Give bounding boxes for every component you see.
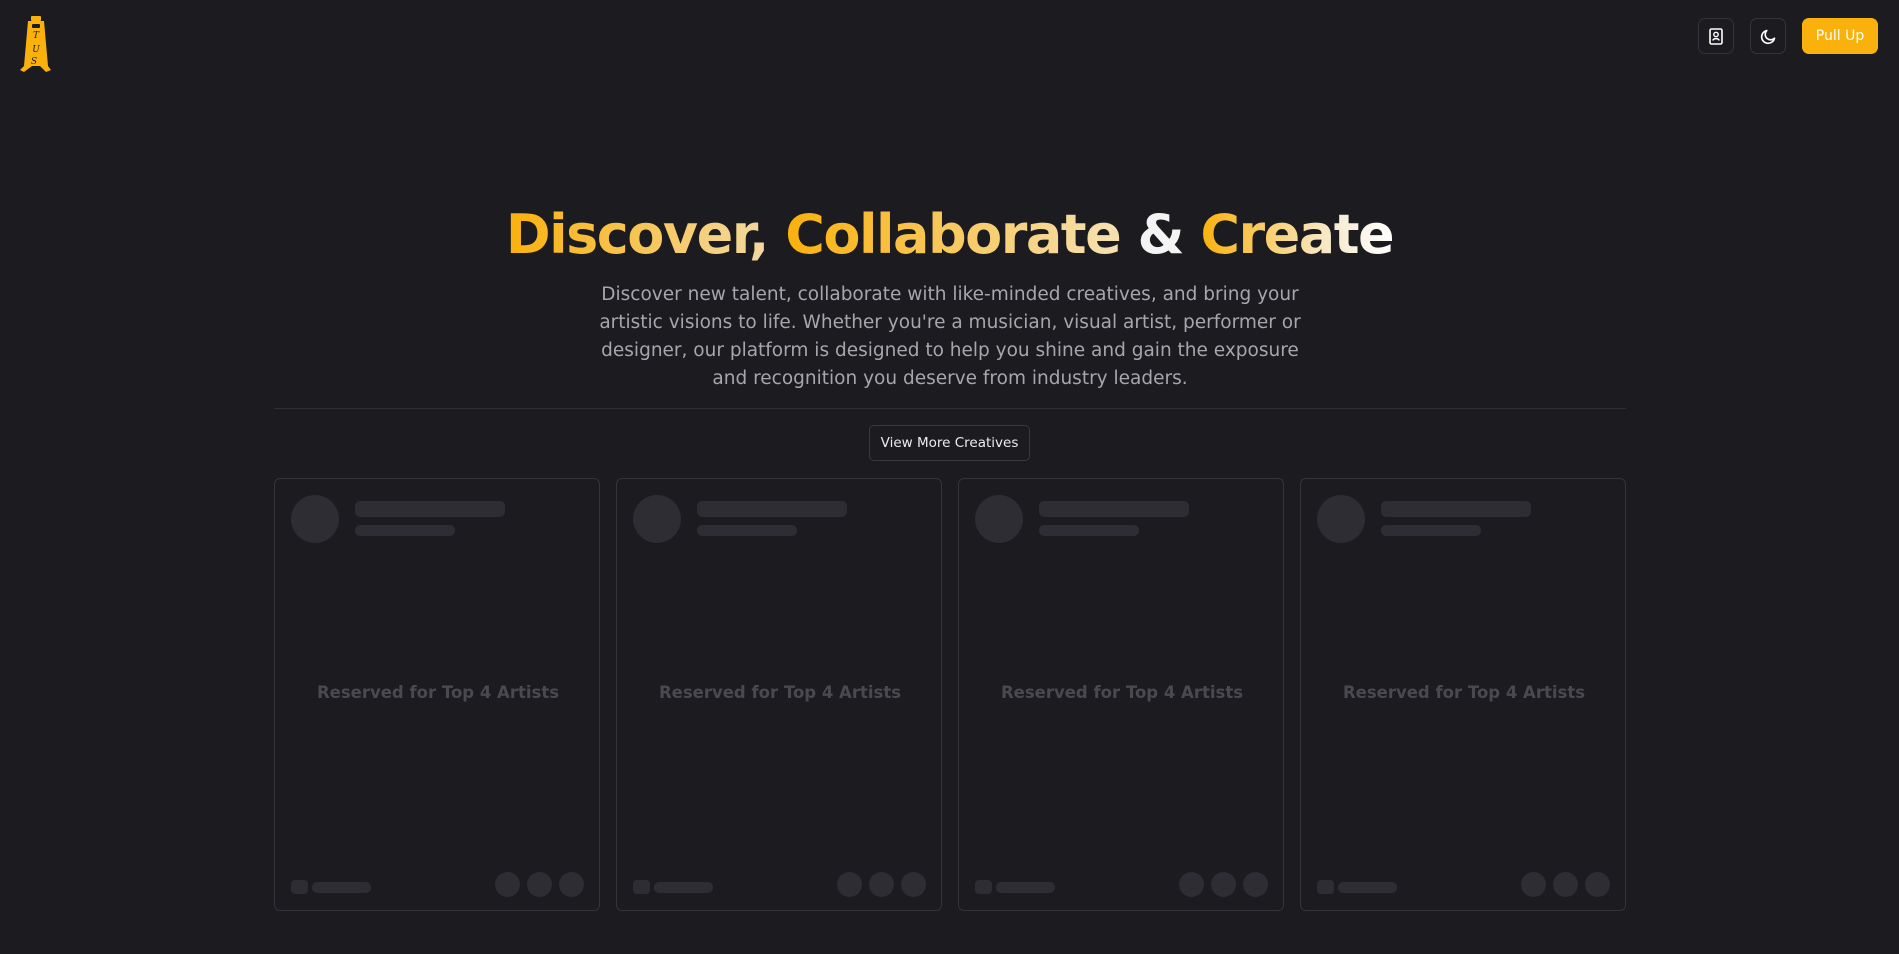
avatar-skeleton	[633, 495, 681, 543]
reserved-label: Reserved for Top 4 Artists	[658, 683, 902, 702]
reserved-label: Reserved for Top 4 Artists	[1000, 683, 1244, 702]
stat-skeleton	[654, 882, 713, 893]
view-more-creatives-button[interactable]: View More Creatives	[869, 425, 1030, 461]
contacts-button[interactable]	[1698, 18, 1734, 54]
stat-skeleton	[996, 882, 1055, 893]
stat-skeleton	[1338, 882, 1397, 893]
logo-letter-t: T	[33, 31, 40, 41]
social-icon-skeleton	[1211, 872, 1236, 897]
social-icon-skeleton	[1553, 872, 1578, 897]
social-icon-skeleton	[1521, 872, 1546, 897]
stat-icon-skeleton	[1317, 880, 1334, 894]
social-icon-skeleton	[901, 872, 926, 897]
top-bar: T U S Pull Up	[0, 0, 1899, 72]
stat-icon-skeleton	[975, 880, 992, 894]
avatar-skeleton	[291, 495, 339, 543]
theme-toggle-button[interactable]	[1750, 18, 1786, 54]
hero-title: Discover, Collaborate & Create	[0, 200, 1899, 270]
title-create: Create	[1200, 203, 1394, 266]
social-icon-skeleton	[559, 872, 584, 897]
title-ampersand: &	[1137, 203, 1185, 266]
subtitle-skeleton	[355, 525, 455, 536]
name-skeleton	[1039, 501, 1189, 517]
artist-card-placeholder[interactable]: Reserved for Top 4 Artists	[1300, 478, 1626, 911]
artist-card-placeholder[interactable]: Reserved for Top 4 Artists	[274, 478, 600, 911]
title-discover: Discover,	[505, 203, 770, 266]
artist-card-placeholder[interactable]: Reserved for Top 4 Artists	[616, 478, 942, 911]
pull-up-button[interactable]: Pull Up	[1802, 18, 1878, 54]
reserved-label: Reserved for Top 4 Artists	[1342, 683, 1586, 702]
stat-icon-skeleton	[291, 880, 308, 894]
subtitle-skeleton	[697, 525, 797, 536]
social-icon-skeleton	[837, 872, 862, 897]
hero-description: Discover new talent, collaborate with li…	[599, 284, 1301, 389]
social-icon-skeleton	[1243, 872, 1268, 897]
avatar-skeleton	[975, 495, 1023, 543]
stat-icon-skeleton	[633, 880, 650, 894]
title-collaborate: Collaborate	[785, 203, 1121, 266]
stat-skeleton	[312, 882, 371, 893]
social-icon-skeleton	[495, 872, 520, 897]
subtitle-skeleton	[1381, 525, 1481, 536]
subtitle-skeleton	[1039, 525, 1139, 536]
logo-icon[interactable]: T U S	[20, 16, 52, 72]
reserved-label: Reserved for Top 4 Artists	[316, 683, 560, 702]
name-skeleton	[697, 501, 847, 517]
moon-icon	[1760, 29, 1775, 44]
name-skeleton	[355, 501, 505, 517]
logo-letter-u: U	[32, 45, 40, 55]
divider	[274, 408, 1626, 409]
artist-card-placeholder[interactable]: Reserved for Top 4 Artists	[958, 478, 1284, 911]
social-icon-skeleton	[1585, 872, 1610, 897]
social-icon-skeleton	[527, 872, 552, 897]
logo-letter-s: S	[31, 57, 37, 67]
social-icon-skeleton	[869, 872, 894, 897]
avatar-skeleton	[1317, 495, 1365, 543]
artist-cards: Reserved for Top 4 Artists Reserved for …	[274, 478, 1626, 911]
contact-book-icon	[1709, 27, 1723, 45]
social-icon-skeleton	[1179, 872, 1204, 897]
name-skeleton	[1381, 501, 1531, 517]
